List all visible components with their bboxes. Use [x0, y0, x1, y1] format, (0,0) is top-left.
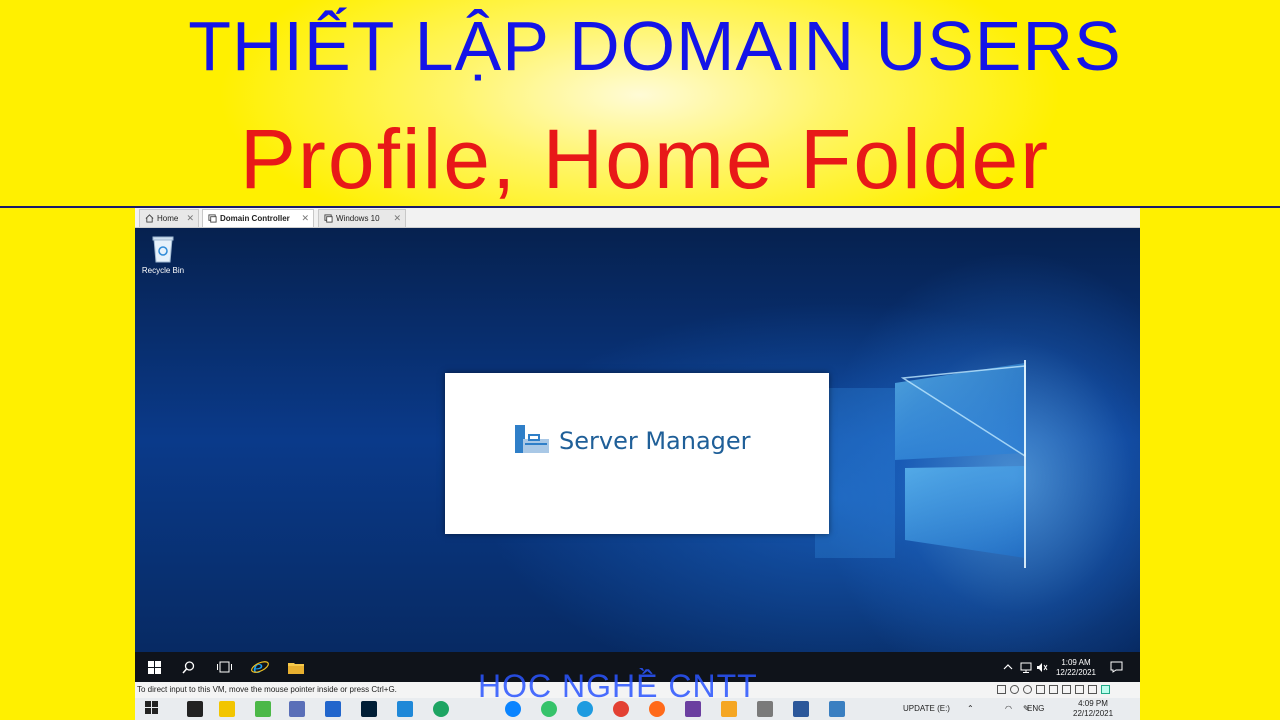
snipping-tool-icon[interactable] — [757, 701, 773, 717]
usb-icon[interactable] — [1049, 685, 1058, 694]
photoshop-icon[interactable] — [361, 701, 377, 717]
splash-title: Server Manager — [559, 427, 751, 455]
vm-clock-date: 12/22/2021 — [1055, 668, 1097, 677]
host-taskbar: UPDATE (E:) ⌃ ◠ ✎ ENG 4:09 PM 22/12/2021 — [135, 698, 1140, 720]
sticky-notes-icon[interactable] — [219, 701, 235, 717]
server-manager-splash: Server Manager — [445, 373, 829, 534]
firefox-icon[interactable] — [649, 701, 665, 717]
tab-label: Domain Controller — [220, 214, 290, 223]
hard-disk-icon[interactable] — [997, 685, 1006, 694]
windows-start-icon[interactable] — [145, 701, 161, 717]
app-icon[interactable] — [325, 701, 341, 717]
vmware-icon[interactable] — [721, 701, 737, 717]
update-drive-label[interactable]: UPDATE (E:) — [903, 698, 950, 720]
vm-clock[interactable]: 1:09 AM 12/22/2021 — [1051, 658, 1101, 678]
cd-drive-icon[interactable] — [1023, 685, 1032, 694]
visual-studio-icon[interactable] — [685, 701, 701, 717]
zalo-icon[interactable] — [505, 701, 521, 717]
chrome-icon[interactable] — [613, 701, 629, 717]
cd-drive-icon[interactable] — [1010, 685, 1019, 694]
word-icon[interactable] — [793, 701, 809, 717]
close-icon[interactable]: ✕ — [186, 213, 194, 224]
svg-text:e: e — [253, 658, 263, 676]
windows-start-icon[interactable] — [145, 658, 163, 676]
host-clock[interactable]: 4:09 PM 22/12/2021 — [1073, 699, 1113, 719]
banner-title-line1: THIẾT LẬP DOMAIN USERS — [188, 7, 1122, 85]
host-clock-date: 22/12/2021 — [1073, 709, 1114, 718]
sound-card-icon[interactable] — [1062, 685, 1071, 694]
recycle-bin-label: Recycle Bin — [141, 266, 185, 275]
chevron-up-icon[interactable] — [999, 658, 1017, 676]
banner-title-line2: Profile, Home Folder — [239, 112, 1051, 206]
recycle-bin-icon — [152, 236, 174, 263]
vm-tab-bar: Home ✕ Domain Controller ✕ Windows 10 ✕ — [135, 208, 1140, 228]
notifications-icon[interactable] — [1107, 658, 1125, 676]
vm-window: Home ✕ Domain Controller ✕ Windows 10 ✕ — [135, 208, 1140, 720]
close-icon[interactable]: ✕ — [301, 213, 309, 224]
messages-icon[interactable] — [1101, 685, 1110, 694]
close-icon[interactable]: ✕ — [393, 213, 401, 224]
vm-icon — [207, 214, 217, 224]
edge-icon[interactable] — [577, 701, 593, 717]
search-icon[interactable] — [179, 658, 197, 676]
host-clock-time: 4:09 PM — [1078, 699, 1108, 708]
display-icon[interactable] — [1075, 685, 1084, 694]
wifi-icon[interactable]: ◠ — [1005, 698, 1012, 720]
remote-desktop-icon[interactable] — [289, 701, 305, 717]
network-adapter-icon[interactable] — [1036, 685, 1045, 694]
camtasia-icon[interactable] — [255, 701, 271, 717]
tab-windows-10[interactable]: Windows 10 ✕ — [318, 209, 406, 227]
vscode-icon[interactable] — [397, 701, 413, 717]
home-icon — [144, 214, 154, 224]
vm-clock-time: 1:09 AM — [1061, 658, 1091, 667]
tab-label: Home — [157, 214, 179, 223]
recycle-bin[interactable]: Recycle Bin — [139, 234, 187, 275]
volume-icon[interactable] — [1033, 658, 1051, 676]
printer-icon[interactable] — [1088, 685, 1097, 694]
tab-label: Windows 10 — [336, 214, 380, 223]
host-language[interactable]: ENG — [1027, 698, 1044, 720]
vm-device-icons — [997, 685, 1110, 694]
vm-icon — [323, 214, 333, 224]
tab-home[interactable]: Home ✕ — [139, 209, 199, 227]
vm-status-text: To direct input to this VM, move the mou… — [137, 685, 397, 694]
task-view-icon[interactable] — [215, 658, 233, 676]
evernote-icon[interactable] — [433, 701, 449, 717]
chevron-up-icon[interactable]: ⌃ — [967, 698, 974, 720]
internet-explorer-icon[interactable]: e — [251, 658, 269, 676]
app-icon[interactable] — [829, 701, 845, 717]
app-icon[interactable] — [541, 701, 557, 717]
vm-desktop[interactable]: Recycle Bin Server Manager — [135, 228, 1140, 652]
server-manager-icon — [515, 425, 549, 453]
tab-domain-controller[interactable]: Domain Controller ✕ — [202, 209, 314, 227]
file-explorer-icon[interactable] — [287, 658, 305, 676]
app-icon[interactable] — [187, 701, 203, 717]
